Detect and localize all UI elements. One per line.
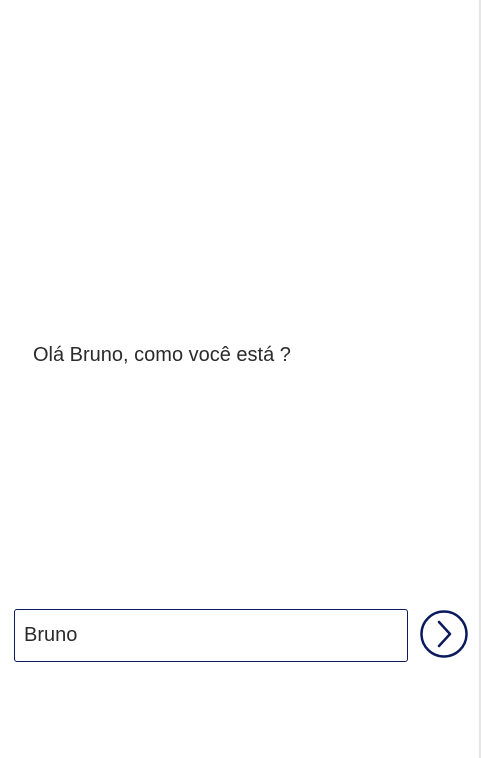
app-screen: Olá Bruno, como você está ? xyxy=(0,0,479,758)
next-button[interactable] xyxy=(419,609,469,659)
name-input[interactable] xyxy=(14,609,408,662)
chevron-right-circle-icon xyxy=(419,609,469,659)
greeting-label: Olá Bruno, como você está ? xyxy=(33,344,291,366)
